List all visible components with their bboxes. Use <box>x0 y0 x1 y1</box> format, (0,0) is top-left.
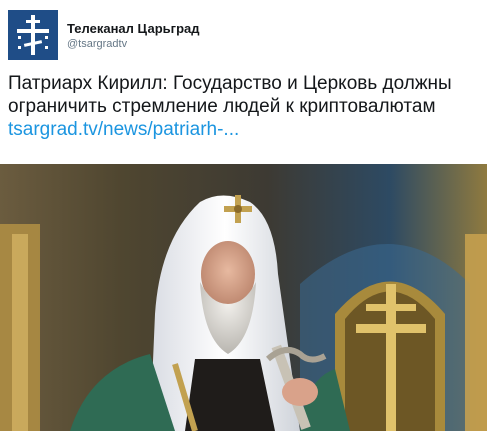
tweet-media-photo[interactable] <box>0 164 487 431</box>
tweet-link[interactable]: tsargrad.tv/news/patriarh-... <box>8 118 483 141</box>
photo-patriarch-in-church <box>0 164 487 431</box>
tweet-card: Телеканал Царьград @tsargradtv Патриарх … <box>0 0 487 431</box>
avatar[interactable] <box>8 10 58 60</box>
author-info: Телеканал Царьград @tsargradtv <box>67 21 200 52</box>
tweet-text-line-1: Патриарх Кирилл: Государство и Церковь д… <box>8 73 452 94</box>
tweet-text: Патриарх Кирилл: Государство и Церковь д… <box>8 72 483 141</box>
tweet-header: Телеканал Царьград @tsargradtv <box>8 10 478 62</box>
orthodox-cross-logo-icon <box>8 10 58 60</box>
tweet-text-line-2: ограничить стремление людей к криптовалю… <box>8 96 436 117</box>
author-display-name[interactable]: Телеканал Царьград <box>67 21 200 37</box>
author-handle[interactable]: @tsargradtv <box>67 37 200 52</box>
